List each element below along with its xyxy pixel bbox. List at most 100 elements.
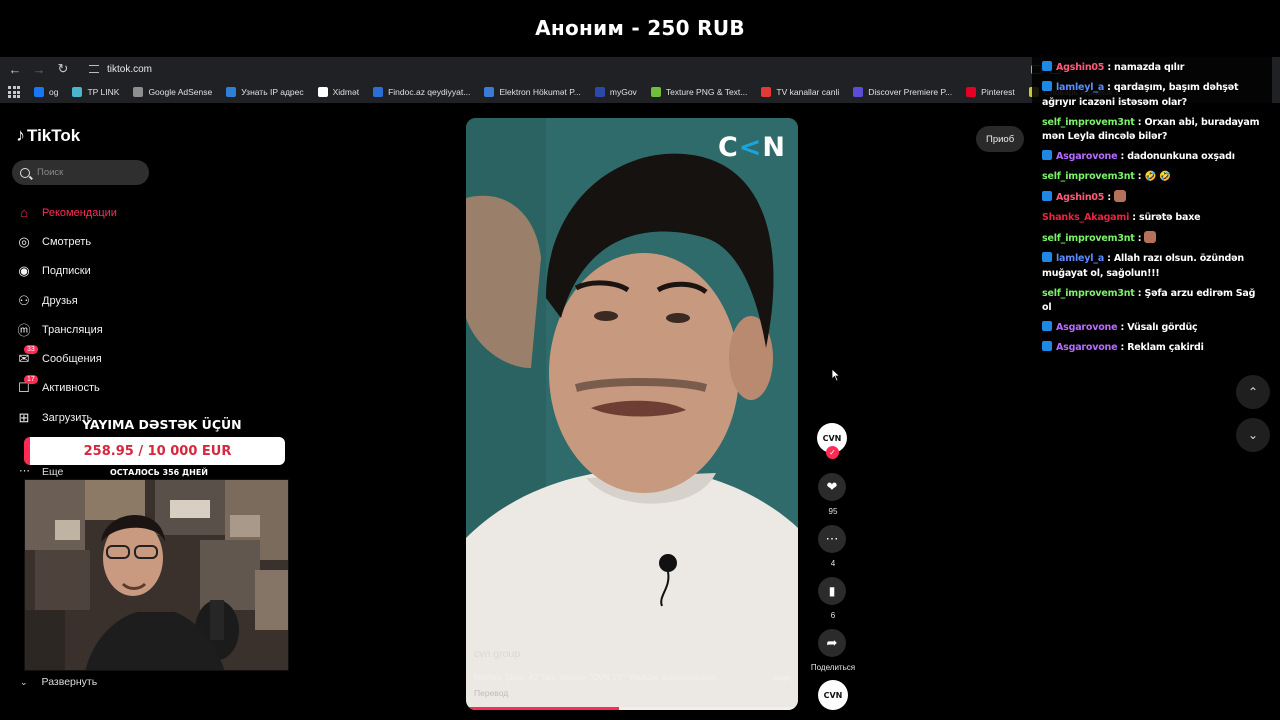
chat-message: Agshin05 : bbox=[1042, 190, 1266, 206]
save-count: 6 bbox=[830, 611, 836, 620]
next-video-button[interactable]: ⌄ bbox=[1236, 418, 1270, 452]
tiktok-logo[interactable]: ♪ TikTok bbox=[16, 125, 80, 146]
search-box[interactable] bbox=[12, 160, 149, 185]
chat-message: self_improvem3nt : bbox=[1042, 231, 1266, 247]
share-button[interactable]: ➦ bbox=[818, 629, 846, 657]
bookmark-item[interactable]: TP LINK bbox=[72, 87, 119, 97]
video-progress-bar[interactable] bbox=[466, 707, 798, 710]
stream-chat-overlay: Agshin05 : namazda qılır lamleyl_a : qard… bbox=[1032, 57, 1272, 353]
apps-grid-icon[interactable] bbox=[8, 86, 20, 98]
webcam-image bbox=[25, 480, 288, 670]
sidebar-item-label: Активность bbox=[42, 382, 100, 395]
bookmark-favicon-icon bbox=[133, 87, 144, 97]
description-more-link[interactable]: еще bbox=[773, 672, 790, 682]
bookmark-item[interactable]: Pinterest bbox=[966, 87, 1015, 97]
bookmark-item[interactable]: Elektron Hökumət P... bbox=[484, 87, 581, 97]
chat-username[interactable]: self_improvem3nt bbox=[1042, 171, 1135, 182]
bookmark-label: Xidmət bbox=[332, 87, 360, 97]
url-text: tiktok.com bbox=[107, 63, 153, 75]
chat-username[interactable]: Asgarovone bbox=[1056, 151, 1118, 162]
platform-badge-icon bbox=[1042, 81, 1052, 91]
site-settings-icon[interactable] bbox=[89, 65, 99, 73]
bookmark-item[interactable]: og bbox=[34, 87, 58, 97]
more-icon[interactable]: ⋯ bbox=[19, 464, 30, 477]
sidebar-item-label: Смотреть bbox=[42, 235, 92, 248]
chat-username[interactable]: Asgarovone bbox=[1056, 342, 1118, 353]
bookmark-item[interactable]: Google AdSense bbox=[133, 87, 212, 97]
sidebar-item-6[interactable]: ✉ 33 Сообщения bbox=[16, 344, 117, 373]
chat-username[interactable]: lamleyl_a bbox=[1056, 253, 1104, 264]
chat-separator: : bbox=[1134, 116, 1145, 128]
chat-username[interactable]: self_improvem3nt bbox=[1042, 233, 1135, 244]
bookmark-favicon-icon bbox=[966, 87, 977, 97]
compass-icon: ◎ bbox=[18, 233, 30, 249]
get-app-button[interactable]: Приоб bbox=[976, 126, 1025, 152]
sidebar-more-label[interactable]: Еще bbox=[42, 466, 63, 478]
follow-check-icon[interactable]: ✓ bbox=[826, 446, 839, 459]
chat-username[interactable]: Agshin05 bbox=[1056, 62, 1104, 73]
sidebar-item-label: Друзья bbox=[42, 294, 78, 307]
sidebar-item-4[interactable]: ⚇ Друзья bbox=[16, 286, 117, 315]
chat-username[interactable]: Asgarovone bbox=[1056, 322, 1118, 333]
video-author[interactable]: cvn.group bbox=[474, 648, 520, 660]
comment-count: 4 bbox=[830, 559, 836, 568]
chat-message: self_improvem3nt : Orxan abi, buradayam … bbox=[1042, 116, 1266, 145]
search-icon bbox=[20, 167, 30, 178]
translate-link[interactable]: Перевод bbox=[474, 688, 508, 698]
chat-text: dadonunkuna oxşadı bbox=[1127, 151, 1235, 162]
chat-username[interactable]: self_improvem3nt bbox=[1042, 288, 1135, 299]
forward-arrow-icon[interactable]: → bbox=[27, 57, 51, 81]
save-button[interactable]: ▮ bbox=[818, 577, 846, 605]
chat-username[interactable]: Shanks_Akagami bbox=[1042, 212, 1129, 223]
back-arrow-icon[interactable]: ← bbox=[3, 57, 27, 81]
chat-separator: : bbox=[1104, 62, 1115, 73]
chat-username[interactable]: Agshin05 bbox=[1056, 192, 1104, 203]
sidebar-item-5[interactable]: ⓜ Трансляция bbox=[16, 315, 117, 344]
bookmark-icon: ▮ bbox=[828, 584, 836, 598]
chat-message: lamleyl_a : Allah razı olsun. özündən mu… bbox=[1042, 252, 1266, 281]
screen: Аноним - 250 RUB ← → ↻ tiktok.com ☆ ogTP… bbox=[0, 0, 1280, 720]
bookmark-favicon-icon bbox=[761, 87, 772, 97]
url-field[interactable]: tiktok.com bbox=[83, 59, 1023, 79]
chat-username[interactable]: self_improvem3nt bbox=[1042, 117, 1135, 128]
chat-message: lamleyl_a : qardaşım, başım dəhşət ağrıy… bbox=[1042, 81, 1266, 110]
sidebar-nav: ⌂ Рекомендации ◎ Смотреть ◉ Подписки ⚇ Друзья ⓜ Т… bbox=[16, 198, 117, 432]
sidebar-item-7[interactable]: ☐ 17 Активность bbox=[16, 374, 117, 403]
bookmark-item[interactable]: Texture PNG & Text... bbox=[650, 87, 747, 97]
bookmark-label: myGov bbox=[609, 87, 637, 97]
bookmark-item[interactable]: Discover Premiere P... bbox=[853, 87, 952, 97]
sidebar-item-2[interactable]: ◎ Смотреть bbox=[16, 227, 117, 256]
bookmark-favicon-icon bbox=[650, 87, 661, 97]
chat-message: Shanks_Akagami : sürətə baxe bbox=[1042, 211, 1266, 226]
video-description: Monitor Şirləri #3 Tam Versiya "CVN TV" … bbox=[474, 672, 790, 682]
bookmark-item[interactable]: Findoc.az qeydiyyat... bbox=[373, 87, 470, 97]
video-player[interactable]: C<N cvn.group Monitor Şirləri #3 Tam Ver… bbox=[466, 118, 798, 710]
sidebar-item-1[interactable]: ⌂ Рекомендации bbox=[16, 198, 117, 227]
platform-badge-icon bbox=[1042, 191, 1052, 201]
sidebar-expand-button[interactable]: ⌄ Развернуть bbox=[20, 676, 97, 688]
bookmark-label: Elektron Hökumət P... bbox=[499, 87, 581, 97]
chat-separator: : bbox=[1134, 233, 1145, 244]
sidebar-item-3[interactable]: ◉ Подписки bbox=[16, 257, 117, 286]
bookmark-favicon-icon bbox=[72, 87, 83, 97]
bookmark-label: Discover Premiere P... bbox=[868, 87, 953, 97]
chat-username[interactable]: lamleyl_a bbox=[1056, 82, 1104, 93]
search-input[interactable] bbox=[37, 167, 137, 178]
reload-icon[interactable]: ↻ bbox=[51, 57, 75, 81]
donation-amount: 258.95 / 10 000 EUR bbox=[83, 443, 232, 459]
like-button[interactable]: ❤ bbox=[818, 473, 846, 501]
chat-text: sürətə baxe bbox=[1138, 212, 1201, 223]
previous-video-button[interactable]: ⌃ bbox=[1236, 375, 1270, 409]
chevron-up-icon: ⌃ bbox=[1247, 385, 1259, 399]
bookmark-item[interactable]: TV kanallar canli bbox=[761, 87, 839, 97]
comment-button[interactable]: ⋯ bbox=[818, 525, 846, 553]
bookmark-item[interactable]: Узнать IP адрес bbox=[226, 87, 304, 97]
bookmark-item[interactable]: myGov bbox=[594, 87, 637, 97]
bookmark-favicon-icon bbox=[853, 87, 864, 97]
bookmark-item[interactable]: Xidmət bbox=[317, 87, 360, 97]
chat-message: Asgarovone : dadonunkuna oxşadı bbox=[1042, 150, 1266, 165]
like-count: 95 bbox=[828, 507, 838, 516]
bookmark-label: Findoc.az qeydiyyat... bbox=[388, 87, 471, 97]
platform-badge-icon bbox=[1042, 321, 1052, 331]
music-disc-avatar[interactable]: CVN bbox=[818, 680, 848, 710]
